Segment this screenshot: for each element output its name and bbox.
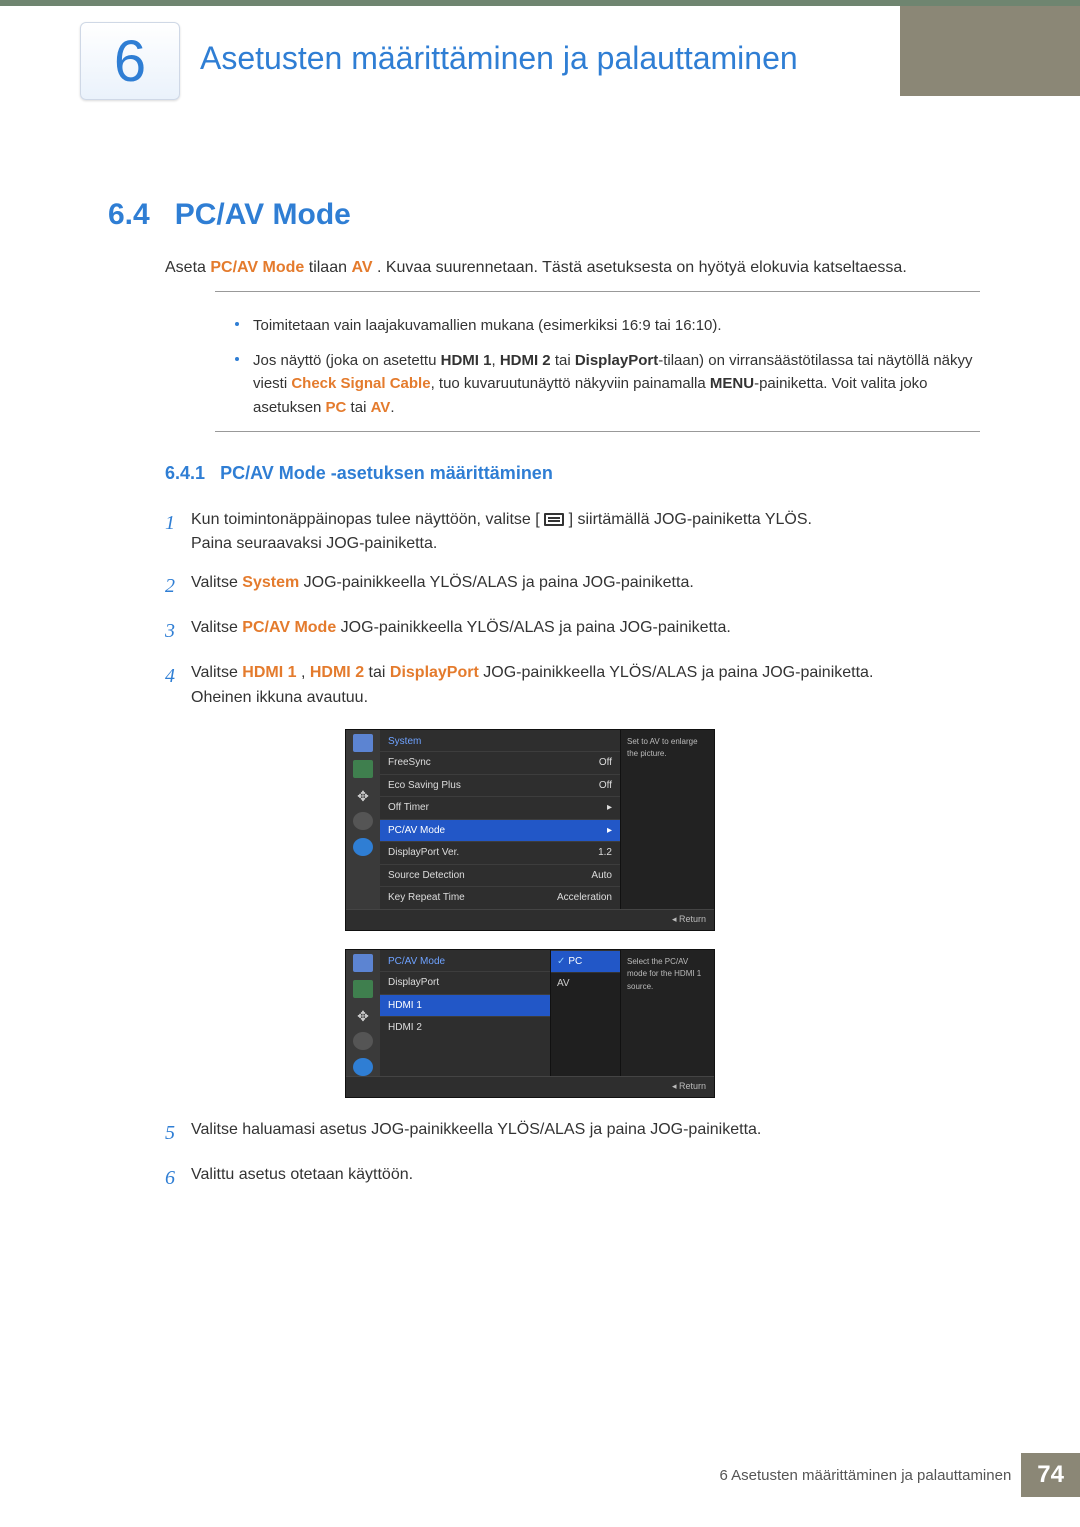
corner-block xyxy=(900,6,1080,96)
step-text: Oheinen ikkuna avautuu. xyxy=(191,689,368,706)
step-text: Kun toimintonäppäinopas tulee näyttöön, … xyxy=(191,511,540,528)
intro-paragraph: Aseta PC/AV Mode tilaan AV . Kuvaa suure… xyxy=(165,256,980,281)
osd-title: System xyxy=(380,730,620,752)
step-text: JOG-painikkeella YLÖS/ALAS ja paina JOG-… xyxy=(341,619,731,636)
step-3: 3 Valitse PC/AV Mode JOG-painikkeella YL… xyxy=(165,616,980,647)
osd-return: Return xyxy=(346,909,714,930)
note-rule-bottom xyxy=(215,431,980,432)
term-pcavmode: PC/AV Mode xyxy=(242,619,336,636)
intro-text: . Kuvaa suurennetaan. Tästä asetuksesta … xyxy=(377,259,907,276)
step-text: Valitse xyxy=(191,619,242,636)
note-item: Jos näyttö (joka on asetettu HDMI 1, HDM… xyxy=(235,349,980,419)
step-text: Valitse haluamasi asetus JOG-painikkeell… xyxy=(191,1118,980,1149)
osd-row[interactable]: FreeSyncOff xyxy=(380,751,620,774)
osd-pcav-panel: ✥ PC/AV Mode DisplayPortHDMI 1HDMI 2 ✓PC… xyxy=(345,949,715,1098)
step-text: JOG-painikkeella YLÖS/ALAS ja paina JOG-… xyxy=(483,664,873,681)
osd-sub-option[interactable]: ✓PC xyxy=(551,950,620,973)
step-text: tai xyxy=(369,664,390,681)
osd-row[interactable]: HDMI 2 xyxy=(380,1016,550,1039)
step-number: 4 xyxy=(165,661,191,711)
note-rule-top xyxy=(215,291,980,292)
gear-icon xyxy=(353,812,373,830)
gear-icon xyxy=(353,1032,373,1050)
step-number: 5 xyxy=(165,1118,191,1149)
note-item: Toimitetaan vain laajakuvamallien mukana… xyxy=(235,314,980,337)
picture-icon xyxy=(353,734,373,752)
osd-row[interactable]: DisplayPort xyxy=(380,971,550,994)
step-4: 4 Valitse HDMI 1 , HDMI 2 tai DisplayPor… xyxy=(165,661,980,711)
term-displayport: DisplayPort xyxy=(390,664,479,681)
footer-chapter-text: 6 Asetusten määrittäminen ja palauttamin… xyxy=(719,1467,1011,1484)
step-2: 2 Valitse System JOG-painikkeella YLÖS/A… xyxy=(165,571,980,602)
osd-help-text: Set to AV to enlarge the picture. xyxy=(620,730,714,909)
step-5: 5 Valitse haluamasi asetus JOG-painikkee… xyxy=(165,1118,980,1149)
term-pcavmode: PC/AV Mode xyxy=(210,259,304,276)
step-number: 3 xyxy=(165,616,191,647)
step-text: , xyxy=(301,664,310,681)
term-hdmi2: HDMI 2 xyxy=(310,664,364,681)
step-text: Valittu asetus otetaan käyttöön. xyxy=(191,1163,980,1194)
section-number: 6.4 xyxy=(108,198,150,231)
osd-system-panel: ✥ System FreeSyncOffEco Saving PlusOffOf… xyxy=(345,729,715,931)
section-title: PC/AV Mode xyxy=(175,198,351,231)
chapter-number-badge: 6 xyxy=(80,22,180,100)
menu-icon xyxy=(544,513,564,526)
osd-row[interactable]: DisplayPort Ver.1.2 xyxy=(380,841,620,864)
page-footer: 6 Asetusten määrittäminen ja palauttamin… xyxy=(719,1453,1080,1497)
picture-icon xyxy=(353,954,373,972)
step-text: Valitse xyxy=(191,664,242,681)
subsection-title: PC/AV Mode -asetuksen määrittäminen xyxy=(220,463,553,483)
eco-icon xyxy=(353,980,373,998)
page-number: 74 xyxy=(1021,1453,1080,1497)
move-icon: ✥ xyxy=(353,786,373,804)
subsection-heading: 6.4.1 PC/AV Mode -asetuksen määrittämine… xyxy=(165,460,980,488)
info-icon xyxy=(353,1058,373,1076)
step-number: 1 xyxy=(165,508,191,558)
info-icon xyxy=(353,838,373,856)
step-text: Valitse xyxy=(191,574,242,591)
step-number: 2 xyxy=(165,571,191,602)
osd-row[interactable]: PC/AV Mode▸ xyxy=(380,819,620,842)
step-6: 6 Valittu asetus otetaan käyttöön. xyxy=(165,1163,980,1194)
osd-help-text: Select the PC/AV mode for the HDMI 1 sou… xyxy=(620,950,714,1076)
step-text: ] siirtämällä JOG-painiketta YLÖS. xyxy=(569,511,812,528)
step-text: Paina seuraavaksi JOG-painiketta. xyxy=(191,535,437,552)
move-icon: ✥ xyxy=(353,1006,373,1024)
section-heading: 6.4 PC/AV Mode xyxy=(108,198,351,232)
osd-sidebar: ✥ xyxy=(346,950,380,1076)
intro-text: tilaan xyxy=(309,259,352,276)
note-list: Toimitetaan vain laajakuvamallien mukana… xyxy=(235,314,980,419)
osd-row[interactable]: Source DetectionAuto xyxy=(380,864,620,887)
osd-submenu: ✓PCAV xyxy=(550,950,620,1076)
eco-icon xyxy=(353,760,373,778)
osd-sub-option[interactable]: AV xyxy=(551,972,620,995)
osd-sidebar: ✥ xyxy=(346,730,380,909)
osd-row[interactable]: Eco Saving PlusOff xyxy=(380,774,620,797)
osd-row[interactable]: Key Repeat TimeAcceleration xyxy=(380,886,620,909)
term-hdmi1: HDMI 1 xyxy=(242,664,296,681)
step-1: 1 Kun toimintonäppäinopas tulee näyttöön… xyxy=(165,508,980,558)
osd-return: Return xyxy=(346,1076,714,1097)
step-text: JOG-painikkeella YLÖS/ALAS ja paina JOG-… xyxy=(304,574,694,591)
term-av: AV xyxy=(351,259,372,276)
osd-row[interactable]: Off Timer▸ xyxy=(380,796,620,819)
osd-row[interactable]: HDMI 1 xyxy=(380,994,550,1017)
osd-title: PC/AV Mode xyxy=(380,950,550,972)
step-number: 6 xyxy=(165,1163,191,1194)
chapter-title: Asetusten määrittäminen ja palauttaminen xyxy=(200,40,798,77)
intro-text: Aseta xyxy=(165,259,210,276)
term-system: System xyxy=(242,574,299,591)
subsection-number: 6.4.1 xyxy=(165,463,205,483)
